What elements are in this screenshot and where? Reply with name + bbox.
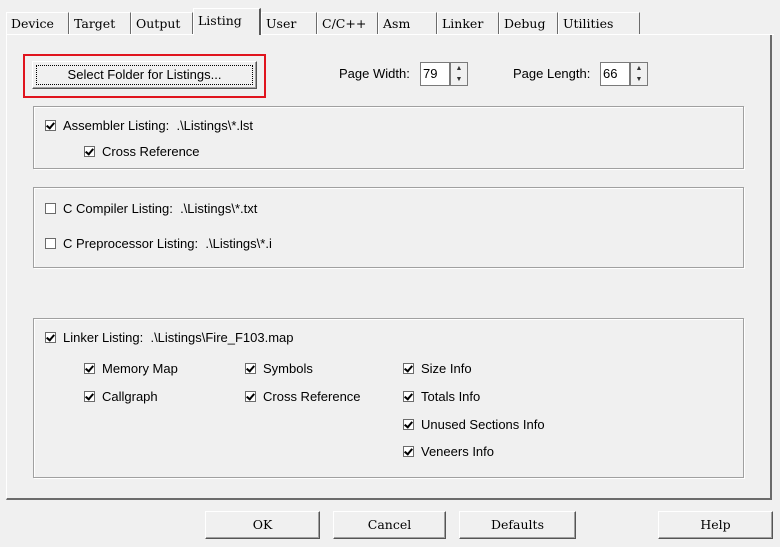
c-preprocessor-listing-checkbox[interactable]: C Preprocessor Listing: .\Listings\*.i	[45, 236, 272, 251]
defaults-button[interactable]: Defaults	[459, 511, 576, 539]
linker-listing-path: .\Listings\Fire_F103.map	[150, 330, 294, 345]
checkbox-icon	[45, 238, 56, 249]
tab-user[interactable]: User	[261, 12, 317, 34]
veneers-info-checkbox[interactable]: Veneers Info	[403, 444, 494, 459]
symbols-label: Symbols	[263, 361, 313, 376]
checkbox-icon	[403, 363, 414, 374]
size-info-checkbox[interactable]: Size Info	[403, 361, 472, 376]
assembler-group	[33, 106, 744, 169]
defaults-label: Defaults	[491, 517, 544, 532]
checkbox-icon	[84, 363, 95, 374]
help-button[interactable]: Help	[658, 511, 773, 539]
linker-listing-label: Linker Listing:	[63, 330, 144, 345]
tab-debug[interactable]: Debug	[499, 12, 558, 34]
select-folder-button[interactable]: Select Folder for Listings...	[32, 61, 257, 89]
tab-output[interactable]: Output	[131, 12, 193, 34]
checkbox-icon	[403, 446, 414, 457]
c-compiler-listing-label: C Compiler Listing:	[63, 201, 173, 216]
unused-sections-info-checkbox[interactable]: Unused Sections Info	[403, 417, 545, 432]
memory-map-checkbox[interactable]: Memory Map	[84, 361, 178, 376]
unused-sections-info-label: Unused Sections Info	[421, 417, 545, 432]
ok-label: OK	[252, 517, 273, 532]
page-width-stepper[interactable]: ▲ ▼	[450, 62, 468, 86]
size-info-label: Size Info	[421, 361, 472, 376]
linker-cross-reference-checkbox[interactable]: Cross Reference	[245, 389, 361, 404]
cancel-label: Cancel	[367, 517, 412, 532]
c-compiler-listing-path: .\Listings\*.txt	[180, 201, 258, 216]
checkbox-icon	[403, 391, 414, 402]
checkbox-icon	[245, 391, 256, 402]
callgraph-label: Callgraph	[102, 389, 158, 404]
tab-device[interactable]: Device	[6, 12, 69, 34]
assembler-listing-label: Assembler Listing:	[63, 118, 170, 133]
checkbox-icon	[45, 120, 56, 131]
help-label: Help	[700, 517, 731, 532]
veneers-info-label: Veneers Info	[421, 444, 494, 459]
tab-linker[interactable]: Linker	[437, 12, 499, 34]
totals-info-checkbox[interactable]: Totals Info	[403, 389, 480, 404]
c-preprocessor-listing-label: C Preprocessor Listing:	[63, 236, 199, 251]
page-length-stepper[interactable]: ▲ ▼	[630, 62, 648, 86]
assembler-listing-path: .\Listings\*.lst	[176, 118, 254, 133]
tab-asm[interactable]: Asm	[378, 12, 437, 34]
cancel-button[interactable]: Cancel	[333, 511, 446, 539]
checkbox-icon	[45, 203, 56, 214]
tab-listing[interactable]: Listing	[193, 8, 261, 35]
tab-divider	[6, 34, 774, 35]
linker-listing-checkbox[interactable]: Linker Listing: .\Listings\Fire_F103.map	[45, 330, 294, 345]
page-length-input[interactable]: 66	[600, 62, 630, 86]
checkbox-icon	[403, 419, 414, 430]
assembler-listing-checkbox[interactable]: Assembler Listing: .\Listings\*.lst	[45, 118, 253, 133]
tab-c-cpp[interactable]: C/C++	[317, 12, 378, 34]
checkbox-icon	[245, 363, 256, 374]
memory-map-label: Memory Map	[102, 361, 178, 376]
symbols-checkbox[interactable]: Symbols	[245, 361, 313, 376]
checkbox-icon	[84, 391, 95, 402]
totals-info-label: Totals Info	[421, 389, 481, 404]
ok-button[interactable]: OK	[205, 511, 320, 539]
tab-strip: Device Target Output Listing User C/C++ …	[6, 8, 776, 35]
linker-cross-reference-label: Cross Reference	[263, 389, 361, 404]
callgraph-checkbox[interactable]: Callgraph	[84, 389, 158, 404]
page-width-input[interactable]: 79	[420, 62, 450, 86]
c-preprocessor-listing-path: .\Listings\*.i	[205, 236, 272, 251]
c-compiler-listing-checkbox[interactable]: C Compiler Listing: .\Listings\*.txt	[45, 201, 257, 216]
tab-utilities[interactable]: Utilities	[558, 12, 640, 34]
checkbox-icon	[45, 332, 56, 343]
page-length-label: Page Length:	[513, 66, 591, 81]
select-folder-label: Select Folder for Listings...	[67, 67, 222, 82]
c-compiler-group	[33, 187, 744, 268]
page-width-label: Page Width:	[339, 66, 410, 81]
assembler-cross-reference-checkbox[interactable]: Cross Reference	[84, 144, 200, 159]
assembler-cross-reference-label: Cross Reference	[102, 144, 200, 159]
checkbox-icon	[84, 146, 95, 157]
tab-target[interactable]: Target	[69, 12, 131, 34]
